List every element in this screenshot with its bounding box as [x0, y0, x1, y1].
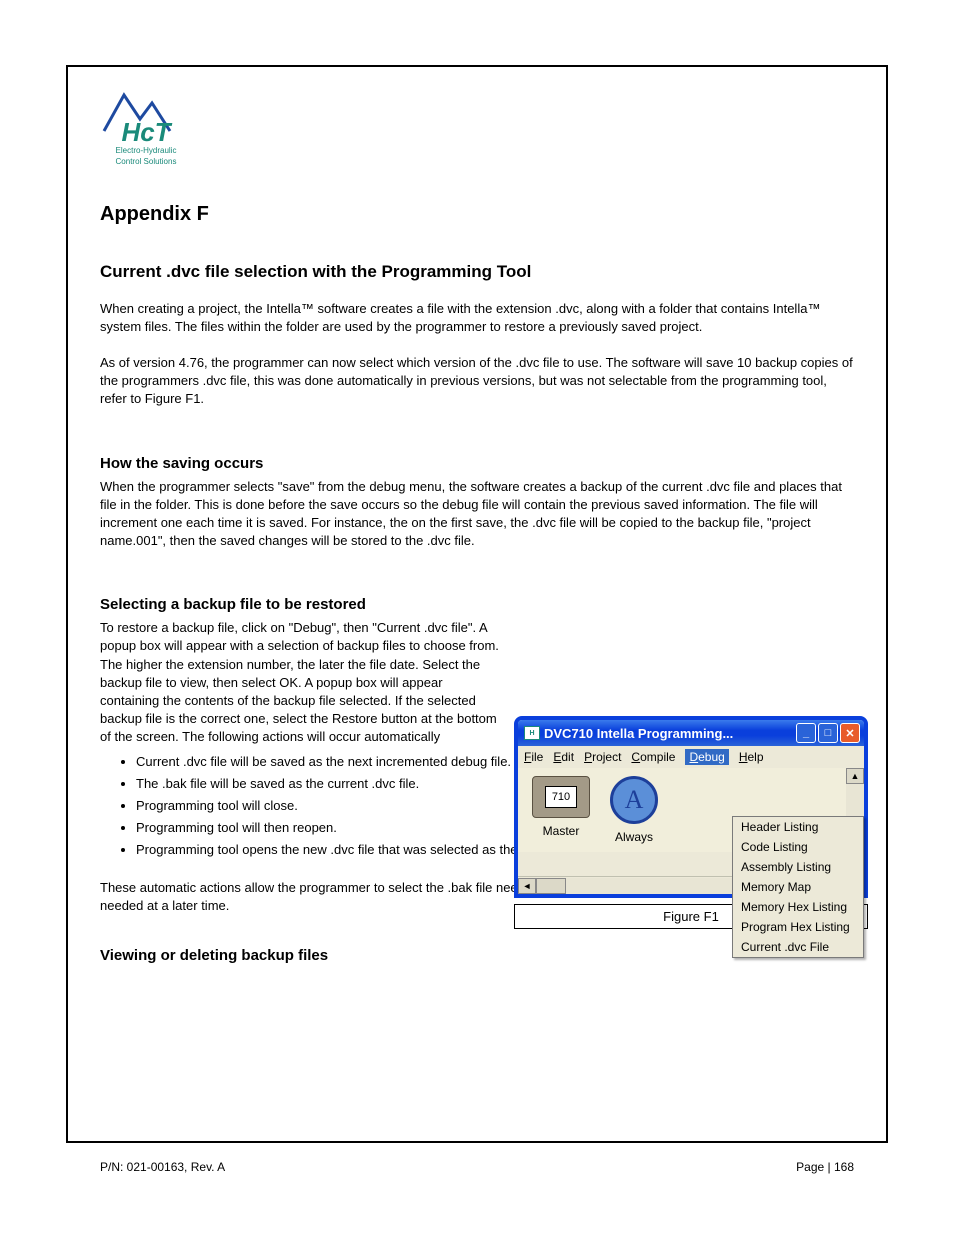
module-710-icon: 710	[532, 776, 590, 818]
menu-help[interactable]: Help	[739, 750, 764, 764]
window-title: DVC710 Intella Programming...	[544, 726, 796, 741]
dropdown-item[interactable]: Header Listing	[733, 817, 863, 837]
always-icon[interactable]: A Always	[610, 776, 658, 844]
debug-dropdown-menu: Header Listing Code Listing Assembly Lis…	[732, 816, 864, 958]
menu-project[interactable]: Project	[584, 750, 621, 764]
figure-window: H DVC710 Intella Programming... _ □ ✕ Fi…	[514, 716, 868, 929]
appendix-title: Appendix F	[100, 203, 854, 226]
content-area: HcT Electro-Hydraulic Control Solutions …	[66, 65, 888, 1143]
master-label: Master	[543, 824, 580, 838]
titlebar-app-icon: H	[524, 726, 540, 740]
hscroll-thumb[interactable]	[536, 878, 566, 894]
section-a-para-1: When creating a project, the Intella™ so…	[100, 300, 854, 336]
app-window: H DVC710 Intella Programming... _ □ ✕ Fi…	[514, 716, 868, 898]
minimize-button[interactable]: _	[796, 723, 816, 743]
scroll-left-button[interactable]: ◄	[518, 878, 536, 894]
always-label: Always	[615, 830, 653, 844]
dropdown-item[interactable]: Current .dvc File	[733, 937, 863, 957]
dropdown-item[interactable]: Code Listing	[733, 837, 863, 857]
window-titlebar[interactable]: H DVC710 Intella Programming... _ □ ✕	[518, 720, 864, 746]
dropdown-item[interactable]: Memory Hex Listing	[733, 897, 863, 917]
section-b-para: When the programmer selects "save" from …	[100, 478, 854, 551]
section-b-heading: How the saving occurs	[100, 455, 854, 472]
logo-subtext-2: Control Solutions	[100, 158, 192, 167]
page: HcT Electro-Hydraulic Control Solutions …	[0, 0, 954, 1235]
menubar: File Edit Project Compile Debug Help	[518, 746, 864, 768]
dropdown-item[interactable]: Memory Map	[733, 877, 863, 897]
page-footer: P/N: 021-00163, Rev. A Page | 168	[66, 1160, 888, 1174]
menu-compile[interactable]: Compile	[631, 750, 675, 764]
mountain-logo-icon: HcT	[100, 85, 192, 145]
footer-left: P/N: 021-00163, Rev. A	[100, 1160, 225, 1174]
module-number: 710	[545, 786, 577, 808]
section-a-heading: Current .dvc file selection with the Pro…	[100, 262, 854, 282]
close-button[interactable]: ✕	[840, 723, 860, 743]
menu-debug[interactable]: Debug	[685, 749, 728, 765]
maximize-button[interactable]: □	[818, 723, 838, 743]
svg-text:HcT: HcT	[121, 117, 172, 145]
logo: HcT Electro-Hydraulic Control Solutions	[100, 85, 192, 167]
footer-right: Page | 168	[796, 1160, 854, 1174]
scroll-up-button[interactable]: ▲	[846, 768, 864, 784]
logo-subtext-1: Electro-Hydraulic	[100, 147, 192, 156]
section-c-heading: Selecting a backup file to be restored	[100, 596, 854, 613]
section-c-para-1: To restore a backup file, click on "Debu…	[100, 619, 500, 746]
client-area: 710 Master A Always ▲	[518, 768, 864, 876]
master-module-icon[interactable]: 710 Master	[532, 776, 590, 844]
dropdown-item[interactable]: Assembly Listing	[733, 857, 863, 877]
dropdown-item[interactable]: Program Hex Listing	[733, 917, 863, 937]
menu-edit[interactable]: Edit	[553, 750, 574, 764]
always-circle-icon: A	[610, 776, 658, 824]
menu-file[interactable]: File	[524, 750, 543, 764]
section-a-para-2: As of version 4.76, the programmer can n…	[100, 354, 854, 409]
